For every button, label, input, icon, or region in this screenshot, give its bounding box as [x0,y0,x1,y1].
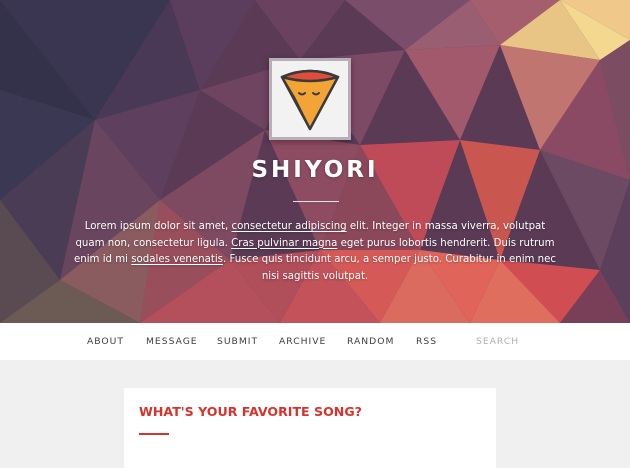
title-divider [293,201,339,202]
nav-message[interactable]: MESSAGE [146,336,198,347]
description-link[interactable]: consectetur adipiscing [232,221,347,232]
description-link[interactable]: sodales venenatis [131,254,223,265]
nav-random[interactable]: RANDOM [347,336,394,347]
search-input[interactable] [476,333,556,349]
navigation-bar: ABOUT MESSAGE SUBMIT ARCHIVE RANDOM RSS [0,323,630,360]
blog-description: Lorem ipsum dolor sit amet, consectetur … [70,219,560,285]
header-banner: SHIYORI Lorem ipsum dolor sit amet, cons… [0,0,630,323]
post-title-underline [139,433,169,435]
pizza-slice-icon [280,69,340,131]
nav-about[interactable]: ABOUT [87,336,124,347]
nav-rss[interactable]: RSS [416,336,437,347]
nav-archive[interactable]: ARCHIVE [279,336,326,347]
post-card: WHAT'S YOUR FAVORITE SONG? [124,388,496,468]
nav-submit[interactable]: SUBMIT [217,336,258,347]
avatar[interactable] [269,58,351,140]
description-text: . Fusce quis tincidunt arcu, a semper ju… [222,254,557,282]
description-text: Lorem ipsum dolor sit amet, [84,221,232,232]
post-title[interactable]: WHAT'S YOUR FAVORITE SONG? [139,404,362,419]
description-link[interactable]: Cras pulvinar magna [231,238,337,249]
blog-title: SHIYORI [251,157,379,183]
